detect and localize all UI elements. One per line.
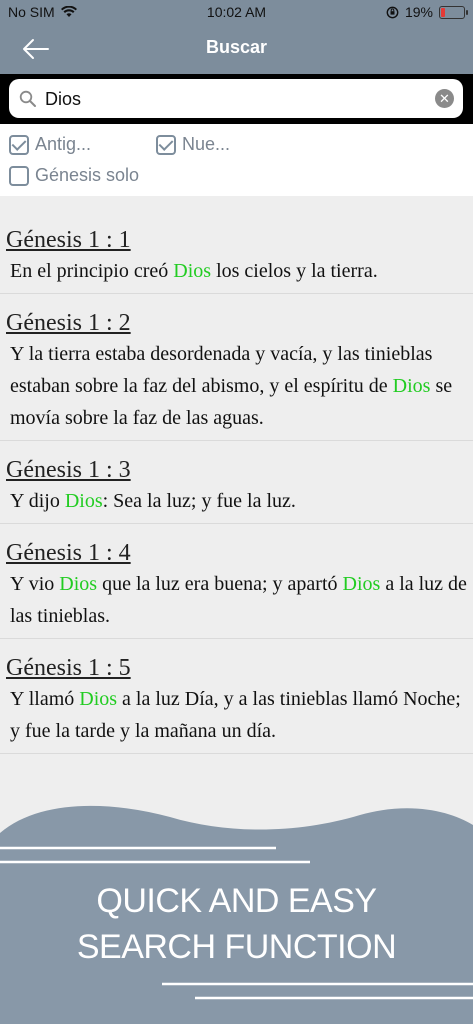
verse-text: Y llamó Dios a la luz Día, y a las tinie… (10, 688, 461, 742)
search-highlight: Dios (342, 573, 381, 595)
status-bar: No SIM 10:02 AM 19% (0, 0, 473, 24)
search-highlight: Dios (79, 688, 118, 710)
search-box[interactable]: ✕ (9, 79, 463, 118)
promo-line-2: SEARCH FUNCTION (76, 928, 397, 966)
battery-percent: 19% (404, 4, 433, 20)
arrow-left-icon (23, 39, 49, 59)
filter-old-testament-label: Antig... (35, 134, 92, 154)
search-icon (19, 90, 36, 107)
filter-new-testament-label: Nue... (182, 134, 231, 154)
verse-reference[interactable]: Génesis 1 : 5 (6, 653, 131, 683)
search-bar: ✕ (0, 74, 473, 124)
verse-result[interactable]: Génesis 1 : 1 En el principio creó Dios … (0, 196, 473, 294)
page-title: Buscar (205, 37, 268, 57)
filter-new-testament[interactable]: Nue... (156, 134, 230, 155)
verse-result[interactable]: Génesis 1 : 2 Y la tierra estaba desorde… (0, 294, 473, 441)
verse-reference[interactable]: Génesis 1 : 2 (6, 308, 131, 338)
verse-reference[interactable]: Génesis 1 : 1 (6, 225, 131, 255)
filter-old-testament[interactable]: Antig... (9, 134, 91, 155)
orientation-lock-icon (386, 6, 399, 18)
back-button[interactable] (22, 36, 52, 62)
verse-text: Y la tierra estaba desordenada y vacía, … (10, 343, 453, 429)
verse-reference[interactable]: Génesis 1 : 3 (6, 455, 131, 485)
verse-reference[interactable]: Génesis 1 : 4 (6, 538, 131, 568)
search-highlight: Dios (392, 375, 431, 397)
promo-line-1: QUICK AND EASY (96, 882, 377, 920)
close-icon: ✕ (439, 91, 450, 106)
verse-result[interactable]: Génesis 1 : 4 Y vio Dios que la luz era … (0, 524, 473, 639)
battery-icon (439, 5, 468, 19)
checkbox-genesis-only[interactable] (9, 165, 29, 186)
search-highlight: Dios (64, 490, 103, 512)
search-highlight: Dios (59, 573, 98, 595)
verse-result[interactable]: Génesis 1 : 5 Y llamó Dios a la luz Día,… (0, 639, 473, 754)
filter-genesis-only[interactable]: Génesis solo (9, 165, 139, 186)
checkbox-new-testament[interactable] (156, 134, 176, 155)
search-filters: Antig... Nue... Génesis solo (0, 124, 473, 196)
verse-text: Y dijo Dios: Sea la luz; y fue la luz. (10, 490, 296, 512)
filter-genesis-only-label: Génesis solo (35, 165, 140, 185)
verse-result[interactable]: Génesis 1 : 3 Y dijo Dios: Sea la luz; y… (0, 441, 473, 524)
verse-text: Y vio Dios que la luz era buena; y apart… (10, 573, 467, 627)
search-input[interactable] (43, 85, 427, 113)
nav-bar: Buscar (0, 24, 473, 74)
verse-text: En el principio creó Dios los cielos y l… (10, 260, 378, 282)
search-highlight: Dios (173, 260, 212, 282)
checkbox-old-testament[interactable] (9, 134, 29, 155)
promo-title: QUICK AND EASY SEARCH FUNCTION (0, 878, 473, 970)
clear-search-button[interactable]: ✕ (435, 89, 454, 108)
